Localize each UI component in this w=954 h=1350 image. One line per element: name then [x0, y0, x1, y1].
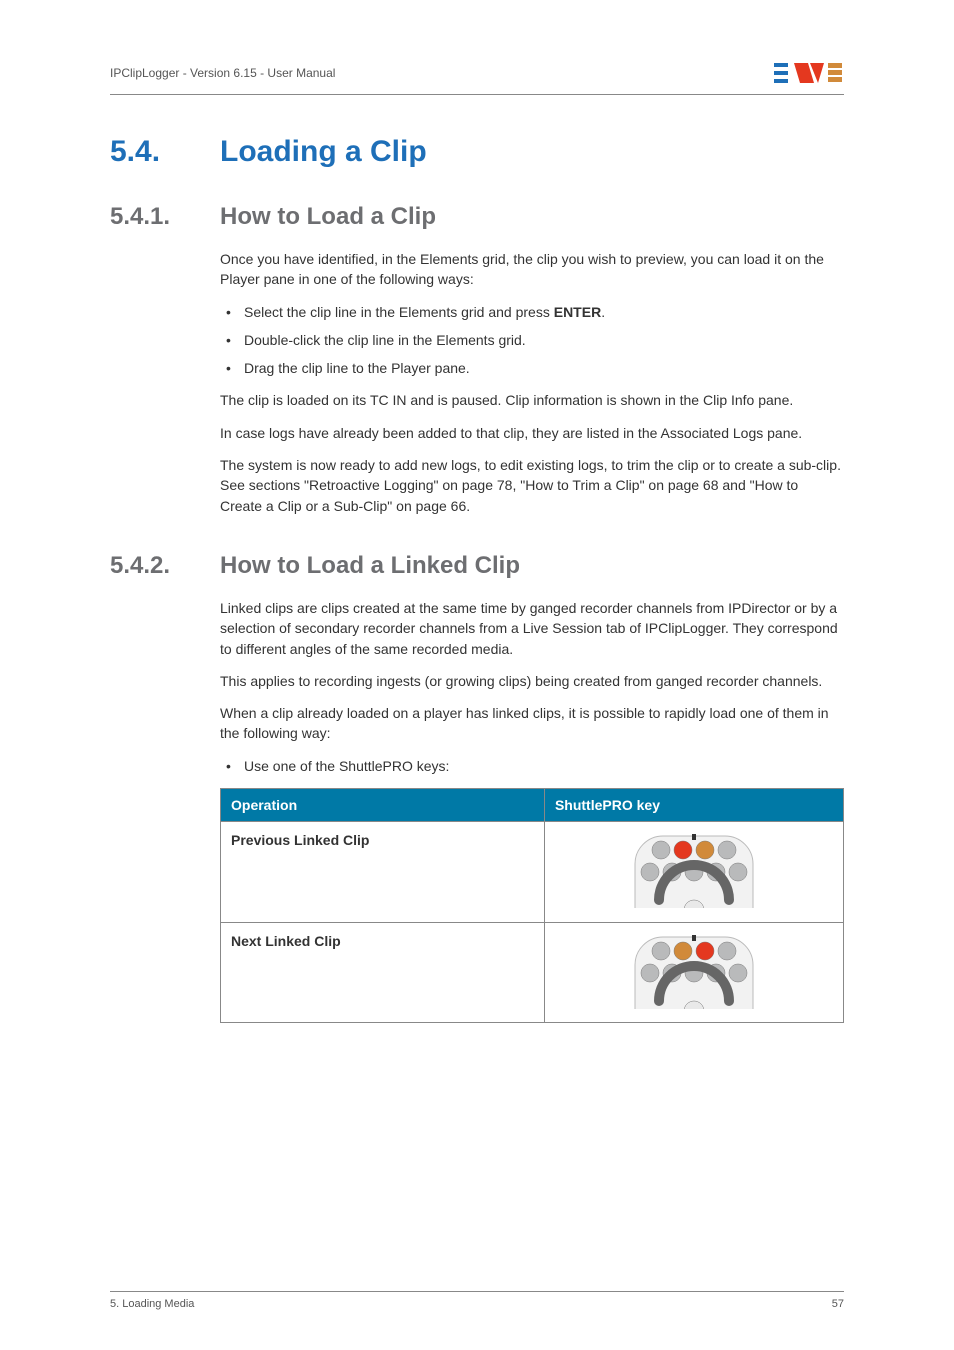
section-title: Loading a Clip	[220, 135, 427, 169]
shuttlepro-table: Operation ShuttlePRO key Previous Linked…	[220, 788, 844, 1023]
subsection-title: How to Load a Linked Clip	[220, 552, 520, 580]
list-item: Use one of the ShuttlePRO keys:	[220, 756, 844, 776]
shuttlepro-key-cell	[544, 822, 843, 922]
page-footer: 5. Loading Media 57	[110, 1291, 844, 1310]
list-item: Double-click the clip line in the Elemen…	[220, 330, 844, 350]
footer-right: 57	[832, 1298, 844, 1310]
section-number: 5.4.	[110, 135, 188, 169]
evs-logo-icon	[774, 60, 844, 86]
section-5-4-2: 5.4.2. How to Load a Linked Clip	[110, 552, 844, 580]
subsection-number: 5.4.2.	[110, 552, 188, 580]
evs-logo	[774, 60, 844, 86]
doc-title: IPClipLogger - Version 6.15 - User Manua…	[110, 66, 335, 80]
paragraph: This applies to recording ingests (or gr…	[220, 671, 844, 691]
subsection-title: How to Load a Clip	[220, 203, 436, 231]
shuttlepro-icon	[625, 931, 763, 1014]
section-5-4: 5.4. Loading a Clip	[110, 135, 844, 169]
section-5-4-1: 5.4.1. How to Load a Clip	[110, 203, 844, 231]
header-divider	[110, 94, 844, 95]
shuttlepro-key-cell	[544, 922, 843, 1022]
bullet-list: Select the clip line in the Elements gri…	[220, 302, 844, 379]
table-header: Operation	[221, 789, 545, 822]
table-header: ShuttlePRO key	[544, 789, 843, 822]
operation-cell: Next Linked Clip	[221, 922, 545, 1022]
paragraph: When a clip already loaded on a player h…	[220, 703, 844, 744]
table-header-row: Operation ShuttlePRO key	[221, 789, 844, 822]
paragraph: Once you have identified, in the Element…	[220, 249, 844, 290]
paragraph: The clip is loaded on its TC IN and is p…	[220, 390, 844, 410]
key-name: ENTER	[554, 304, 601, 320]
paragraph: In case logs have already been added to …	[220, 423, 844, 443]
footer-left: 5. Loading Media	[110, 1298, 194, 1310]
page-header: IPClipLogger - Version 6.15 - User Manua…	[110, 60, 844, 86]
paragraph: Linked clips are clips created at the sa…	[220, 598, 844, 659]
list-item-text: .	[601, 304, 605, 320]
subsection-number: 5.4.1.	[110, 203, 188, 231]
section-5-4-2-body: Linked clips are clips created at the sa…	[220, 598, 844, 1023]
list-item: Drag the clip line to the Player pane.	[220, 358, 844, 378]
section-5-4-1-body: Once you have identified, in the Element…	[220, 249, 844, 516]
operation-cell: Previous Linked Clip	[221, 822, 545, 922]
list-item: Select the clip line in the Elements gri…	[220, 302, 844, 322]
table-row: Previous Linked Clip	[221, 822, 844, 922]
table-row: Next Linked Clip	[221, 922, 844, 1022]
list-item-text: Select the clip line in the Elements gri…	[244, 304, 554, 320]
shuttlepro-icon	[625, 830, 763, 913]
bullet-list: Use one of the ShuttlePRO keys:	[220, 756, 844, 776]
paragraph: The system is now ready to add new logs,…	[220, 455, 844, 516]
